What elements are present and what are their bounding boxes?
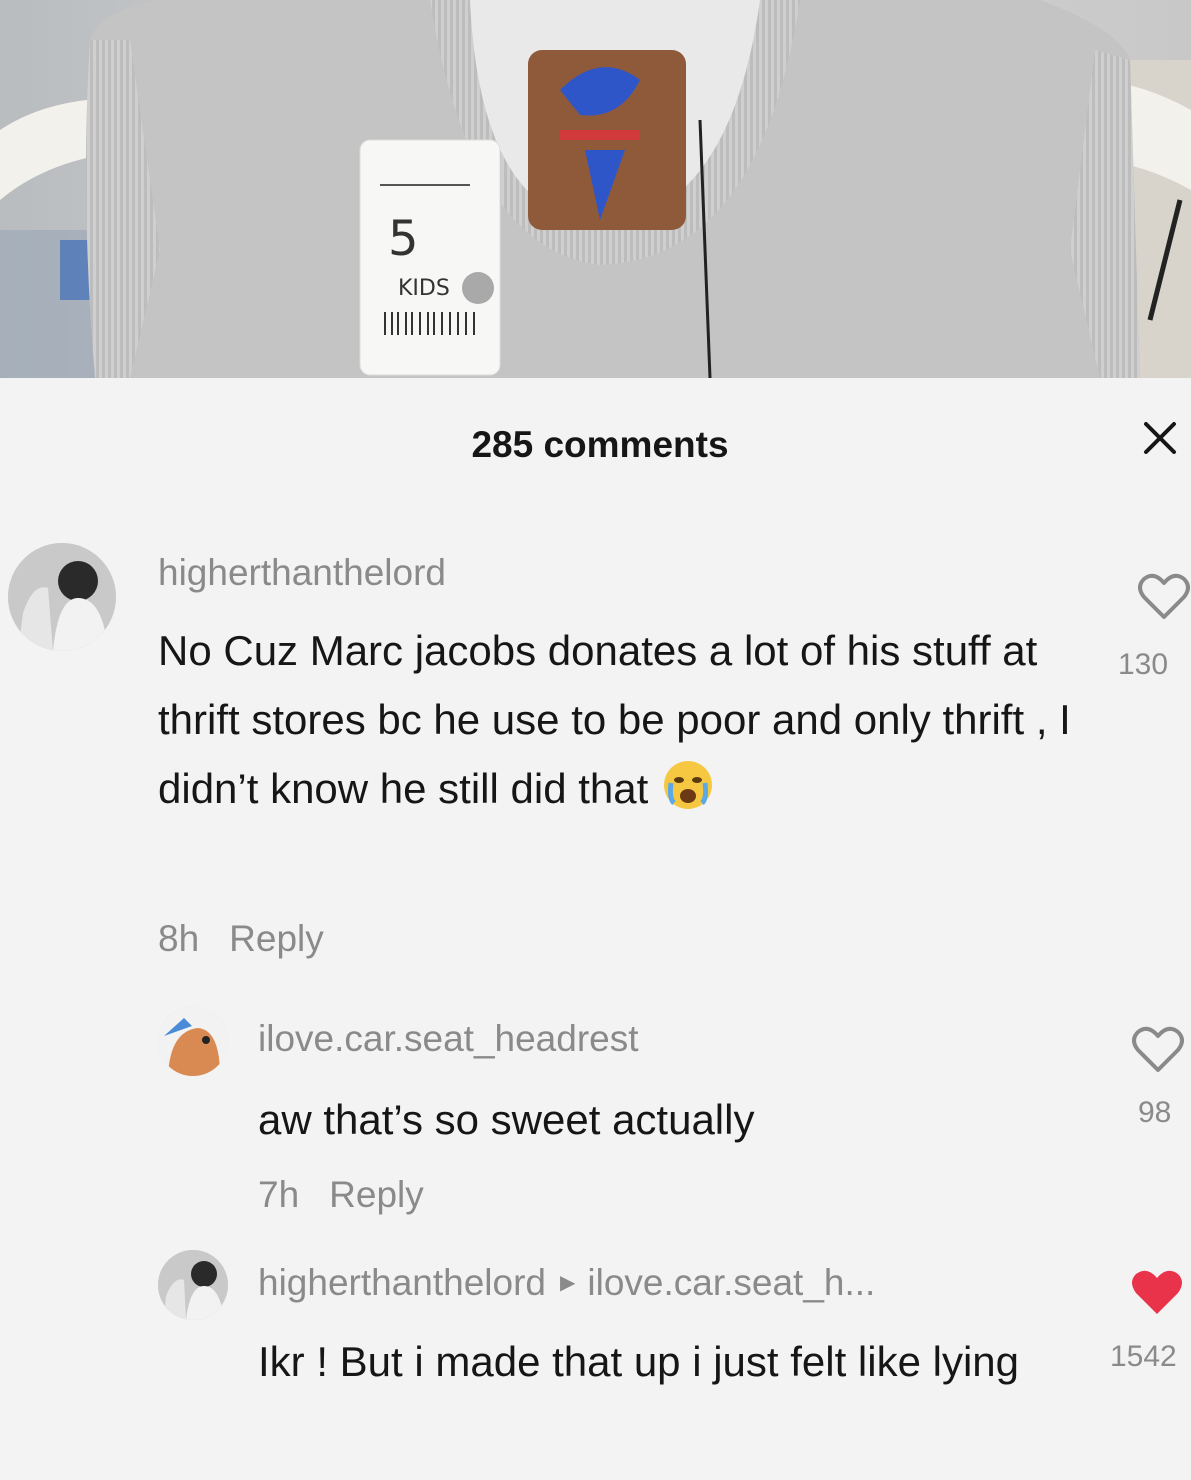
avatar[interactable] xyxy=(158,1006,228,1076)
comment-text: No Cuz Marc jacobs donates a lot of his … xyxy=(158,616,1093,823)
sweater-vest-photo: 5 KIDS xyxy=(0,0,1191,378)
heart-filled-icon xyxy=(1132,1270,1182,1314)
comment-text: Ikr ! But i made that up i just felt lik… xyxy=(258,1338,1020,1385)
like-button[interactable] xyxy=(1138,573,1191,621)
comment-time: 7h xyxy=(258,1174,300,1215)
reply-arrow-icon: ▶ xyxy=(560,1272,576,1294)
like-count: 130 xyxy=(1118,648,1169,681)
crying-face-icon xyxy=(662,759,714,811)
close-button[interactable] xyxy=(1140,418,1180,458)
reply-author[interactable]: higherthanthelord xyxy=(258,1262,546,1303)
avatar[interactable] xyxy=(158,1250,228,1320)
comment-username: higherthanthelord ▶ ilove.car.seat_h... xyxy=(258,1262,875,1304)
like-count: 1542 xyxy=(1110,1340,1177,1373)
comment-meta: 7h Reply xyxy=(258,1174,424,1216)
comment-count-title: 285 comments xyxy=(471,424,729,465)
avatar-image xyxy=(158,1006,228,1076)
avatar[interactable] xyxy=(8,543,116,651)
close-icon xyxy=(1144,422,1176,454)
avatar-image xyxy=(158,1250,228,1320)
comment-username[interactable]: ilove.car.seat_headrest xyxy=(258,1018,639,1060)
comment-meta: 8h Reply xyxy=(158,918,324,960)
like-count: 98 xyxy=(1138,1096,1172,1129)
reply-target[interactable]: ilove.car.seat_h... xyxy=(587,1262,875,1303)
like-button[interactable] xyxy=(1132,1026,1191,1074)
comment-text: aw that’s so sweet actually xyxy=(258,1096,755,1143)
reply-button[interactable]: Reply xyxy=(229,918,324,959)
comment-text-body: No Cuz Marc jacobs donates a lot of his … xyxy=(158,627,1071,812)
price-tag-label: KIDS xyxy=(398,276,450,301)
comment-time: 8h xyxy=(158,918,200,959)
avatar-image xyxy=(8,543,116,651)
heart-outline-icon xyxy=(1132,1026,1184,1072)
comments-panel: 285 comments higherthanthelord No Cuz Ma… xyxy=(0,378,1191,1480)
heart-outline-icon xyxy=(1138,573,1190,619)
price-tag-value: 5 xyxy=(388,211,419,267)
like-button[interactable] xyxy=(1130,1268,1191,1318)
reply-button[interactable]: Reply xyxy=(329,1174,424,1215)
comment-username[interactable]: higherthanthelord xyxy=(158,552,446,594)
video-frame: 5 KIDS xyxy=(0,0,1191,378)
